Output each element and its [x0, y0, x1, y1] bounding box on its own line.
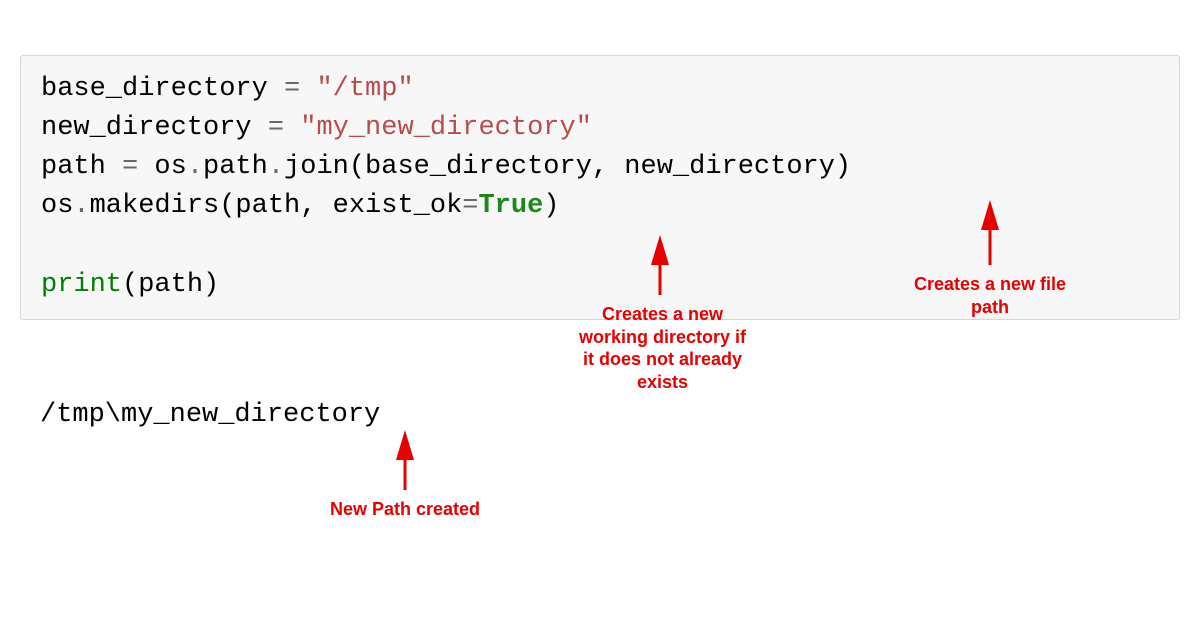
code-line-3: path = os.path.join(base_directory, new_… — [41, 148, 1159, 187]
code-line-1: base_directory = "/tmp" — [41, 70, 1159, 109]
code-text: ) — [543, 191, 559, 221]
code-op: . — [268, 152, 284, 182]
annotation-new-path: New Path created — [320, 498, 490, 521]
code-op: = — [284, 74, 300, 104]
code-text: base_directory — [41, 74, 284, 104]
code-function: print — [41, 270, 122, 300]
arrow-icon — [980, 210, 1000, 270]
annotation-makedirs: Creates a new working directory if it do… — [560, 303, 765, 393]
code-text: makedirs(path, exist_ok — [90, 191, 463, 221]
code-text: join(base_directory, new_directory) — [284, 152, 851, 182]
code-op: = — [122, 152, 138, 182]
code-op: = — [268, 113, 284, 143]
code-text: new_directory — [41, 113, 268, 143]
code-text: path — [41, 152, 122, 182]
annotation-file-path: Creates a new file path — [900, 273, 1080, 318]
code-line-2: new_directory = "my_new_directory" — [41, 109, 1159, 148]
arrow-icon — [650, 245, 670, 300]
code-text: os — [41, 191, 73, 221]
output-text: /tmp\my_new_directory — [40, 400, 380, 430]
code-op: . — [187, 152, 203, 182]
code-op: = — [462, 191, 478, 221]
code-keyword-true: True — [478, 191, 543, 221]
code-string: "my_new_directory" — [284, 113, 592, 143]
code-string: "/tmp" — [300, 74, 413, 104]
arrow-icon — [395, 440, 415, 495]
code-text: path — [203, 152, 268, 182]
code-text: os — [138, 152, 187, 182]
code-text: (path) — [122, 270, 219, 300]
code-op: . — [73, 191, 89, 221]
